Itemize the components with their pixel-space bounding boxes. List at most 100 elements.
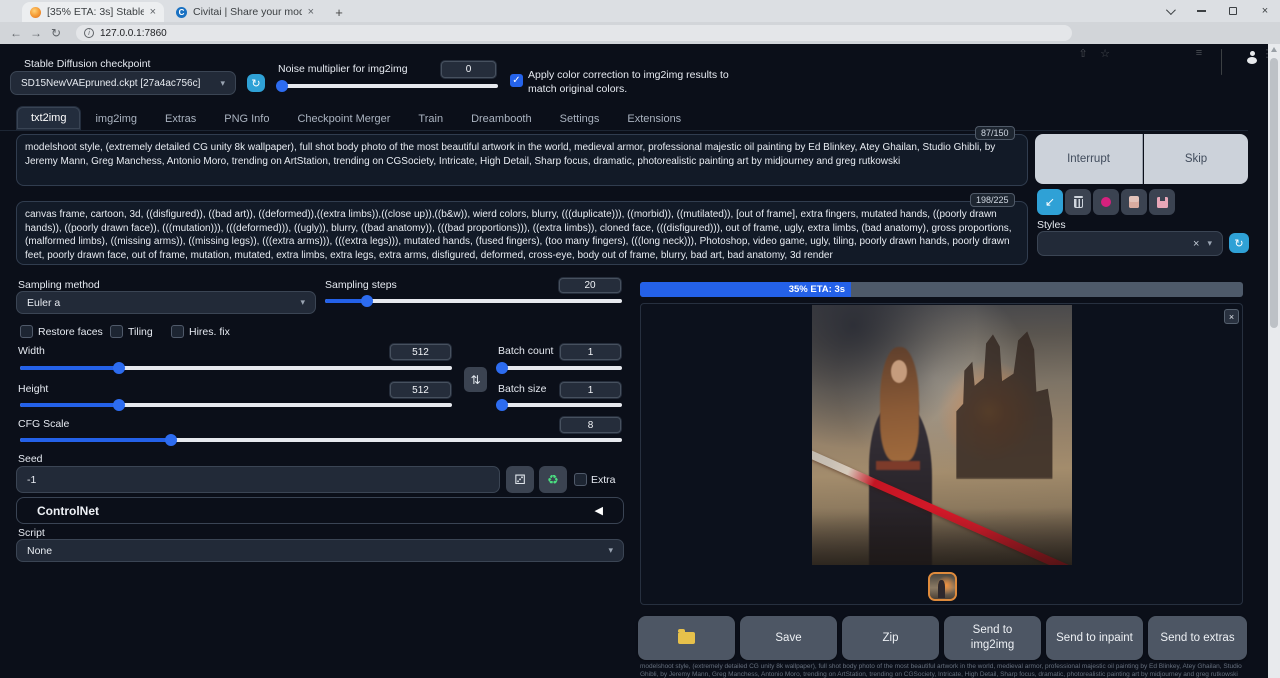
send-to-img2img-button[interactable]: Send to img2img — [944, 616, 1041, 660]
tab-checkpoint-merger[interactable]: Checkpoint Merger — [283, 108, 404, 130]
styles-dropdown[interactable]: × ▾ — [1037, 231, 1223, 256]
noise-multiplier-input[interactable]: 0 — [440, 60, 497, 79]
back-icon[interactable]: ← — [6, 26, 26, 40]
progress-fill: 35% ETA: 3s — [640, 282, 851, 297]
tab-png-info[interactable]: PNG Info — [210, 108, 283, 130]
width-slider[interactable] — [20, 366, 452, 370]
noise-multiplier-label: Noise multiplier for img2img — [278, 63, 408, 75]
paste-generation-params-button[interactable]: ↙ — [1037, 189, 1063, 215]
checkpoint-dropdown[interactable]: SD15NewVAEpruned.ckpt [27a4ac756c] ▾ — [10, 71, 236, 95]
civitai-favicon: C — [176, 7, 187, 18]
clear-styles-icon[interactable]: × — [1193, 238, 1199, 250]
page-scrollbar[interactable] — [1268, 44, 1280, 678]
width-label: Width — [18, 345, 45, 357]
extra-seed-label: Extra — [591, 474, 616, 486]
extra-networks-icon — [1101, 197, 1111, 207]
browser-toolbar: ← → ↻ i 127.0.0.1:7860 ⇧ ☆ ≡ ⋮ — [0, 22, 1280, 44]
negative-prompt-textarea[interactable]: canvas frame, cartoon, 3d, ((disfigured)… — [16, 201, 1028, 265]
send-to-extras-button[interactable]: Send to extras — [1148, 616, 1247, 660]
controlnet-label: ControlNet — [37, 504, 99, 518]
open-folder-button[interactable] — [638, 616, 735, 660]
batch-count-input[interactable]: 1 — [559, 343, 622, 361]
browser-tab-stable-diffusion[interactable]: [35% ETA: 3s] Stable Diffusion × — [22, 2, 164, 22]
script-dropdown[interactable]: None ▾ — [16, 539, 624, 562]
bookmark-star-icon[interactable]: ☆ — [1096, 47, 1114, 60]
address-bar[interactable]: i 127.0.0.1:7860 — [76, 25, 1072, 41]
prompt-token-counter: 87/150 — [975, 126, 1015, 140]
window-close-icon[interactable]: × — [1250, 0, 1280, 22]
cfg-scale-slider[interactable] — [20, 438, 622, 442]
batch-size-input[interactable]: 1 — [559, 381, 622, 399]
prompt-textarea[interactable]: modelshoot style, (extremely detailed CG… — [16, 134, 1028, 186]
reuse-seed-button[interactable]: ♻ — [539, 466, 567, 493]
batch-count-slider[interactable] — [498, 366, 622, 370]
restore-faces-checkbox[interactable] — [20, 325, 33, 338]
seed-input[interactable]: -1 — [16, 466, 500, 493]
scrollbar-thumb[interactable] — [1270, 58, 1278, 328]
seed-value: -1 — [27, 474, 36, 486]
checkpoint-value: SD15NewVAEpruned.ckpt [27a4ac756c] — [21, 78, 200, 89]
color-correction-checkbox[interactable]: ✓ — [510, 74, 523, 87]
height-slider[interactable] — [20, 403, 452, 407]
save-button[interactable]: Save — [740, 616, 837, 660]
zip-button[interactable]: Zip — [842, 616, 939, 660]
hires-fix-checkbox[interactable] — [171, 325, 184, 338]
close-preview-icon[interactable]: × — [1224, 309, 1239, 324]
extra-seed-checkbox[interactable] — [574, 473, 587, 486]
styles-label: Styles — [1037, 219, 1066, 231]
tab-close-icon[interactable]: × — [150, 7, 156, 18]
apply-style-button[interactable] — [1121, 189, 1147, 215]
new-tab-button[interactable]: + — [330, 3, 348, 21]
refresh-checkpoint-button[interactable]: ↻ — [247, 74, 265, 92]
url-text: 127.0.0.1:7860 — [100, 28, 167, 39]
tiling-checkbox[interactable] — [110, 325, 123, 338]
sampling-steps-slider[interactable] — [325, 299, 622, 303]
sampling-method-dropdown[interactable]: Euler a ▾ — [16, 291, 316, 314]
tiling-label: Tiling — [128, 326, 153, 338]
site-info-icon[interactable]: i — [84, 28, 94, 38]
side-panel-icon[interactable] — [1212, 50, 1230, 74]
reload-icon[interactable]: ↻ — [46, 26, 66, 40]
extra-networks-button[interactable] — [1093, 189, 1119, 215]
noise-multiplier-slider[interactable] — [280, 84, 498, 88]
clear-prompt-button[interactable] — [1065, 189, 1091, 215]
reading-list-icon[interactable]: ≡ — [1190, 47, 1208, 59]
swap-width-height-button[interactable]: ⇅ — [464, 367, 487, 392]
tab-train[interactable]: Train — [404, 108, 457, 130]
window-chevron-icon[interactable] — [1154, 0, 1184, 22]
width-input[interactable]: 512 — [389, 343, 452, 361]
batch-count-label: Batch count — [498, 345, 553, 357]
tab-close-icon[interactable]: × — [308, 7, 314, 18]
window-maximize-icon[interactable] — [1218, 0, 1248, 22]
random-seed-button[interactable]: ⚂ — [506, 466, 534, 493]
controlnet-accordion[interactable]: ControlNet ◀ — [16, 497, 624, 524]
sampling-steps-input[interactable]: 20 — [558, 277, 622, 294]
refresh-styles-button[interactable]: ↻ — [1229, 233, 1249, 253]
height-label: Height — [18, 383, 48, 395]
cfg-scale-input[interactable]: 8 — [559, 416, 622, 434]
forward-icon[interactable]: → — [26, 26, 46, 40]
tab-extras[interactable]: Extras — [151, 108, 210, 130]
window-minimize-icon[interactable] — [1186, 0, 1216, 22]
save-style-button[interactable] — [1149, 189, 1175, 215]
progress-bar: 35% ETA: 3s — [640, 282, 1243, 297]
interrupt-button[interactable]: Interrupt — [1035, 134, 1143, 184]
scroll-up-arrow[interactable] — [1271, 47, 1277, 52]
send-to-inpaint-button[interactable]: Send to inpaint — [1046, 616, 1143, 660]
batch-size-slider[interactable] — [498, 403, 622, 407]
screen: [35% ETA: 3s] Stable Diffusion × C Civit… — [0, 0, 1280, 678]
tab-settings[interactable]: Settings — [546, 108, 614, 130]
height-input[interactable]: 512 — [389, 381, 452, 399]
tab-txt2img[interactable]: txt2img — [16, 106, 81, 130]
browser-tab-civitai[interactable]: C Civitai | Share your models × — [168, 2, 322, 22]
share-icon[interactable]: ⇧ — [1074, 47, 1092, 60]
generated-image-preview[interactable] — [812, 305, 1072, 565]
chevron-down-icon: ▾ — [300, 297, 305, 308]
cfg-scale-label: CFG Scale — [18, 418, 69, 430]
tab-dreambooth[interactable]: Dreambooth — [457, 108, 546, 130]
tab-img2img[interactable]: img2img — [81, 108, 151, 130]
gallery-thumbnail-selected[interactable] — [928, 572, 957, 601]
tab-extensions[interactable]: Extensions — [613, 108, 695, 130]
sampling-method-label: Sampling method — [18, 279, 100, 291]
skip-button[interactable]: Skip — [1144, 134, 1248, 184]
